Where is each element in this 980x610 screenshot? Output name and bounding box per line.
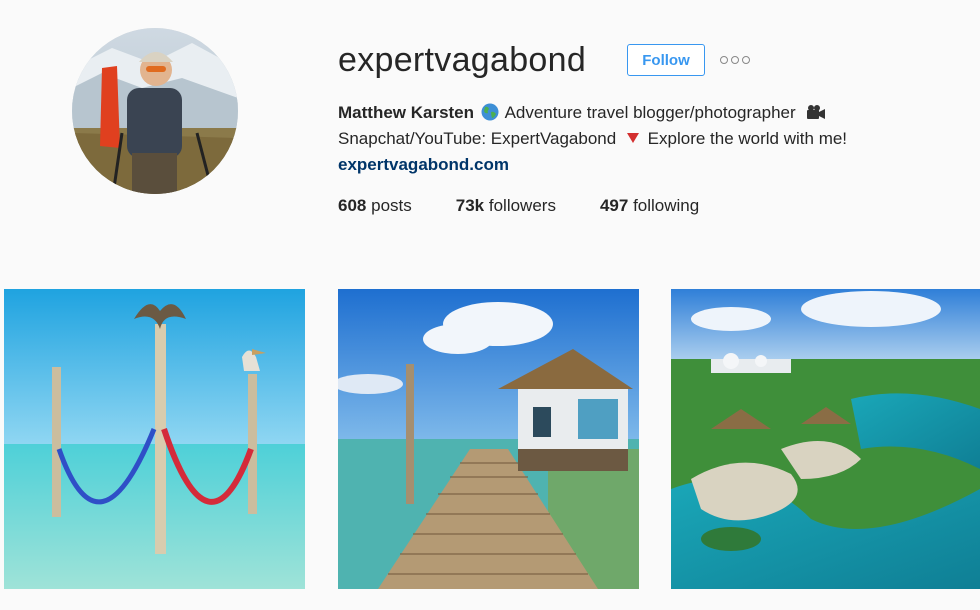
post-thumbnail-1[interactable] [4,289,305,589]
post-thumbnail-2[interactable] [338,289,639,589]
profile-stats: 608 posts 73k followers 497 following [338,196,743,216]
following-stat[interactable]: 497 following [600,196,699,216]
profile-bio: Matthew Karsten Adventure travel blogger… [338,100,847,178]
following-label: following [633,196,700,215]
posts-count: 608 [338,196,367,215]
bio-text-2: Snapchat/YouTube: ExpertVagabond [338,129,617,148]
dot-icon [731,56,739,64]
bio-line-2: Snapchat/YouTube: ExpertVagabond Explore… [338,126,847,152]
red-triangle-icon [626,133,639,143]
dot-icon [720,56,728,64]
full-name: Matthew Karsten [338,103,475,122]
follow-button[interactable]: Follow [627,44,705,76]
posts-label: posts [371,196,412,215]
posts-stat: 608 posts [338,196,412,216]
bio-text-3: Explore the world with me! [647,129,848,148]
post-thumbnail-3[interactable] [671,289,980,589]
followers-label: followers [488,196,556,215]
more-options-icon[interactable] [720,52,750,68]
website-link[interactable]: expertvagabond.com [338,155,509,174]
following-count: 497 [599,196,629,215]
bio-line-1: Matthew Karsten Adventure travel blogger… [338,100,847,126]
avatar [72,28,238,194]
profile-username: expertvagabond [338,41,587,79]
movie-camera-icon [807,105,826,119]
followers-stat[interactable]: 73k followers [456,196,556,216]
bio-text-1: Adventure travel blogger/photographer [504,103,796,122]
followers-count: 73k [455,196,485,215]
dot-icon [742,56,750,64]
globe-icon [481,103,499,121]
